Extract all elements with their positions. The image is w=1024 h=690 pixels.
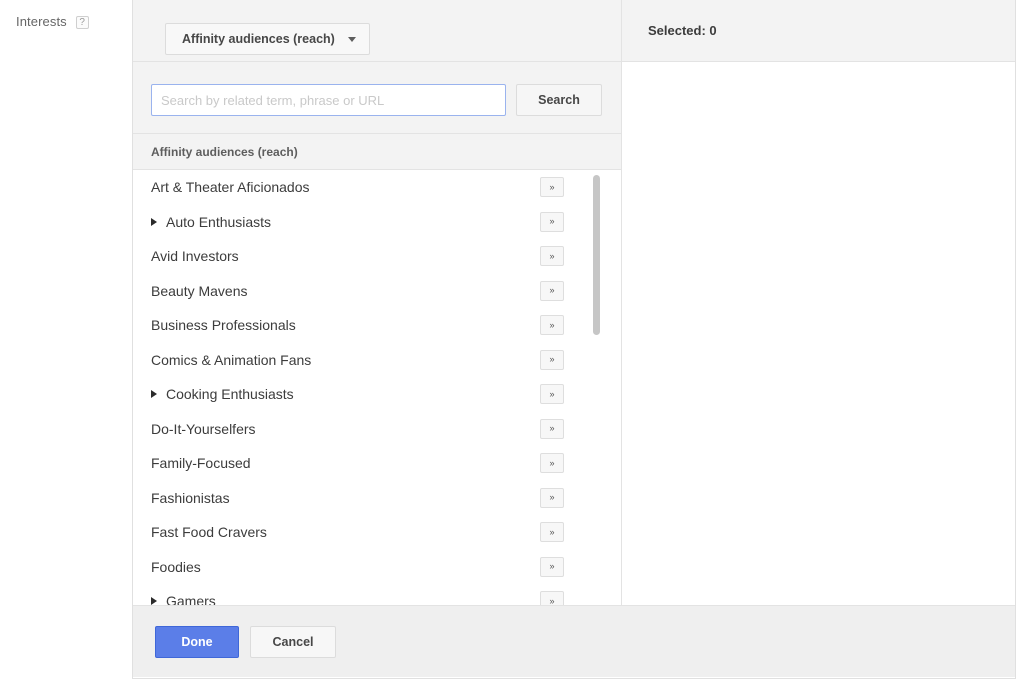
list-section-header: Affinity audiences (reach): [133, 134, 621, 170]
selected-count-label: Selected: 0: [648, 23, 717, 38]
chevron-down-icon: [347, 36, 356, 42]
list-item[interactable]: Foodies »: [133, 550, 621, 585]
list-item-label: Comics & Animation Fans: [151, 351, 312, 368]
search-bar: Search: [133, 62, 621, 134]
audience-list-viewport: Art & Theater Aficionados» Auto Enthusias…: [133, 170, 621, 605]
picker-left-column: Affinity audiences (reach) Search Affini…: [133, 0, 622, 605]
list-item-label: Cooking Enthusiasts: [166, 386, 294, 403]
list-item-label: Family-Focused: [151, 455, 251, 472]
drill-in-button[interactable]: »: [540, 315, 564, 335]
list-item-label: Do-It-Yourselfers: [151, 420, 256, 437]
drill-in-button[interactable]: »: [540, 487, 564, 508]
drill-in-button[interactable]: »: [540, 384, 564, 404]
field-label-text: Interests: [16, 14, 67, 29]
list-item[interactable]: Art & Theater Aficionados »: [133, 170, 621, 205]
list-item-label: Business Professionals: [151, 317, 296, 334]
audience-list: Art & Theater Aficionados» Auto Enthusias…: [133, 170, 621, 605]
list-item[interactable]: Business Professionals »: [133, 308, 621, 343]
search-input[interactable]: [151, 84, 506, 116]
list-item[interactable]: Do-It-Yourselfers »: [133, 412, 621, 447]
list-item[interactable]: Comics & Animation Fans »: [133, 343, 621, 378]
list-item[interactable]: Fashionistas »: [133, 481, 621, 516]
drill-in-button[interactable]: »: [540, 349, 564, 370]
list-scrollbar-thumb[interactable]: [593, 175, 600, 335]
list-section-title: Affinity audiences (reach): [151, 144, 298, 159]
list-item-label: Avid Investors: [151, 248, 239, 265]
audience-type-dropdown[interactable]: Affinity audiences (reach): [165, 23, 370, 55]
list-scrollbar-track[interactable]: [593, 175, 600, 605]
expand-triangle-icon[interactable]: [151, 390, 157, 399]
picker-right-column: Selected: 0: [622, 0, 1015, 605]
screen-root: Interests? Affinity audiences (reach) Se…: [0, 0, 1024, 690]
list-item-label: Foodies: [151, 558, 201, 575]
drill-in-button[interactable]: »: [540, 556, 564, 577]
drill-in-button[interactable]: »: [540, 453, 564, 473]
field-label-interests: Interests?: [16, 14, 89, 29]
list-item-label: Gamers: [166, 593, 216, 605]
list-item[interactable]: Beauty Mavens »: [133, 274, 621, 309]
audience-type-label: Affinity audiences (reach): [182, 32, 335, 46]
interests-picker-dialog: Affinity audiences (reach) Search Affini…: [132, 0, 1016, 679]
list-item[interactable]: Fast Food Cravers »: [133, 515, 621, 550]
list-item-label: Fashionistas: [151, 489, 230, 506]
selected-header: Selected: 0: [622, 0, 1015, 62]
list-item[interactable]: Auto Enthusiasts»: [133, 205, 621, 240]
expand-triangle-icon[interactable]: [151, 217, 157, 226]
done-button[interactable]: Done: [155, 626, 239, 658]
drill-in-button[interactable]: »: [540, 246, 564, 266]
list-item-label: Art & Theater Aficionados: [151, 179, 310, 196]
cancel-button[interactable]: Cancel: [250, 626, 336, 658]
audience-type-bar: Affinity audiences (reach): [133, 0, 621, 62]
list-item[interactable]: Family-Focused »: [133, 446, 621, 481]
expand-triangle-icon[interactable]: [151, 597, 157, 605]
dialog-footer: Done Cancel: [133, 605, 1015, 677]
list-item[interactable]: Cooking Enthusiasts »: [133, 377, 621, 412]
list-item[interactable]: Avid Investors »: [133, 239, 621, 274]
search-button[interactable]: Search: [516, 84, 602, 116]
drill-in-button[interactable]: »: [540, 211, 564, 232]
drill-in-button[interactable]: »: [540, 591, 564, 605]
drill-in-button[interactable]: »: [540, 177, 564, 197]
drill-in-button[interactable]: »: [540, 418, 564, 439]
list-item[interactable]: Gamers »: [133, 584, 621, 605]
drill-in-button[interactable]: »: [540, 522, 564, 542]
help-question-icon[interactable]: ?: [75, 16, 89, 29]
drill-in-button[interactable]: »: [540, 280, 564, 301]
selected-items-list: [622, 62, 1015, 605]
list-item-label: Beauty Mavens: [151, 282, 248, 299]
list-item-label: Fast Food Cravers: [151, 524, 267, 541]
